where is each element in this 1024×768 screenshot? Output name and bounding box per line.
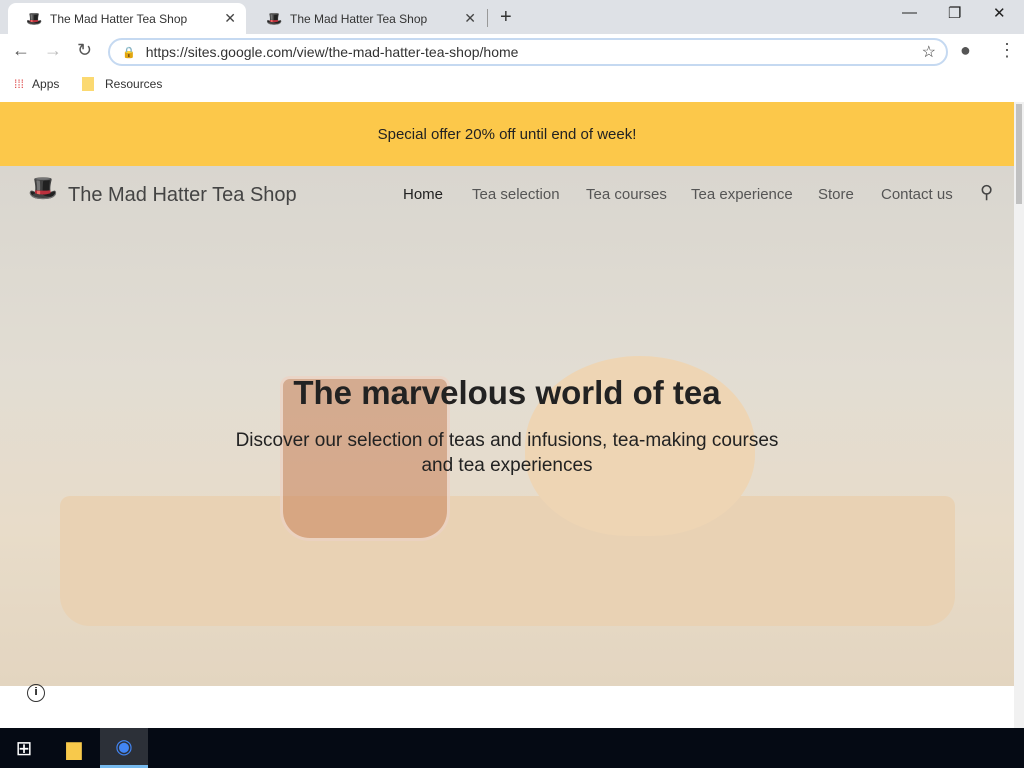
file-explorer-icon[interactable]: ▆ (50, 728, 98, 768)
hatter-favicon-icon: 🎩 (26, 10, 43, 26)
tab-inactive[interactable]: 🎩 The Mad Hatter Tea Shop ✕ (248, 3, 486, 34)
new-tab-button[interactable]: + (500, 6, 512, 29)
nav-home[interactable]: Home (403, 186, 443, 203)
hero-section: 🎩 The Mad Hatter Tea Shop Home Tea selec… (0, 166, 1014, 686)
address-bar[interactable]: 🔒 https://sites.google.com/view/the-mad-… (108, 38, 948, 66)
back-button[interactable]: ← (12, 40, 30, 61)
bookmark-label: Resources (105, 77, 163, 91)
nav-tea-experience[interactable]: Tea experience (691, 186, 793, 203)
url-text: https://sites.google.com/view/the-mad-ha… (145, 44, 519, 60)
close-tab-icon[interactable]: ✕ (224, 10, 236, 27)
apps-grid-icon: ⁞⁞⁞ (14, 77, 25, 91)
menu-dots-icon[interactable]: ⋮ (998, 40, 1016, 61)
close-tab-icon[interactable]: ✕ (464, 10, 476, 27)
hatter-favicon-icon: 🎩 (266, 10, 283, 26)
site-title[interactable]: The Mad Hatter Tea Shop (68, 184, 297, 207)
nav-contact-us[interactable]: Contact us (881, 186, 953, 203)
tab-active[interactable]: 🎩 The Mad Hatter Tea Shop ✕ (8, 3, 246, 34)
announcement-banner: Special offer 20% off until end of week! (0, 102, 1014, 166)
scrollbar-thumb[interactable] (1016, 104, 1022, 204)
info-icon[interactable]: i (27, 684, 45, 702)
nav-tea-selection[interactable]: Tea selection (472, 186, 560, 203)
banner-text: Special offer 20% off until end of week! (377, 125, 637, 143)
site-logo-icon[interactable]: 🎩 (28, 174, 58, 203)
tray-image (60, 496, 955, 626)
windows-start-icon[interactable]: ⊞ (0, 728, 48, 768)
folder-icon (82, 77, 94, 91)
bookmark-star-icon[interactable]: ☆ (922, 42, 936, 62)
forward-button[interactable]: → (44, 40, 62, 61)
tab-strip: 🎩 The Mad Hatter Tea Shop ✕ 🎩 The Mad Ha… (0, 0, 1024, 34)
minimize-button[interactable]: — (902, 4, 917, 21)
nav-tea-courses[interactable]: Tea courses (586, 186, 667, 203)
taskbar: ⊞ ▆ ◉ (0, 728, 1024, 768)
bookmark-resources[interactable]: Resources (82, 77, 162, 91)
lock-icon: 🔒 (122, 46, 136, 59)
hero-title: The marvelous world of tea (293, 374, 721, 411)
reload-button[interactable]: ↻ (77, 40, 92, 61)
profile-icon[interactable]: ● (960, 40, 971, 61)
close-window-button[interactable]: ✕ (993, 4, 1006, 22)
restore-button[interactable]: ❐ (948, 4, 961, 22)
nav-store[interactable]: Store (818, 186, 854, 203)
browser-toolbar: ← → ↻ 🔒 https://sites.google.com/view/th… (0, 34, 1024, 70)
bookmark-label: Apps (32, 77, 60, 91)
tab-title: The Mad Hatter Tea Shop (50, 11, 188, 26)
chrome-icon[interactable]: ◉ (100, 728, 148, 768)
web-page: Special offer 20% off until end of week!… (0, 102, 1014, 728)
scrollbar[interactable] (1014, 102, 1024, 728)
tab-divider (487, 9, 488, 27)
search-icon[interactable]: ⚲ (980, 182, 993, 203)
bookmark-apps[interactable]: ⁞⁞⁞ Apps (14, 77, 59, 91)
hero-subtitle: Discover our selection of teas and infus… (235, 430, 779, 476)
tab-title: The Mad Hatter Tea Shop (290, 11, 428, 26)
bookmarks-bar: ⁞⁞⁞ Apps Resources (0, 70, 1024, 102)
